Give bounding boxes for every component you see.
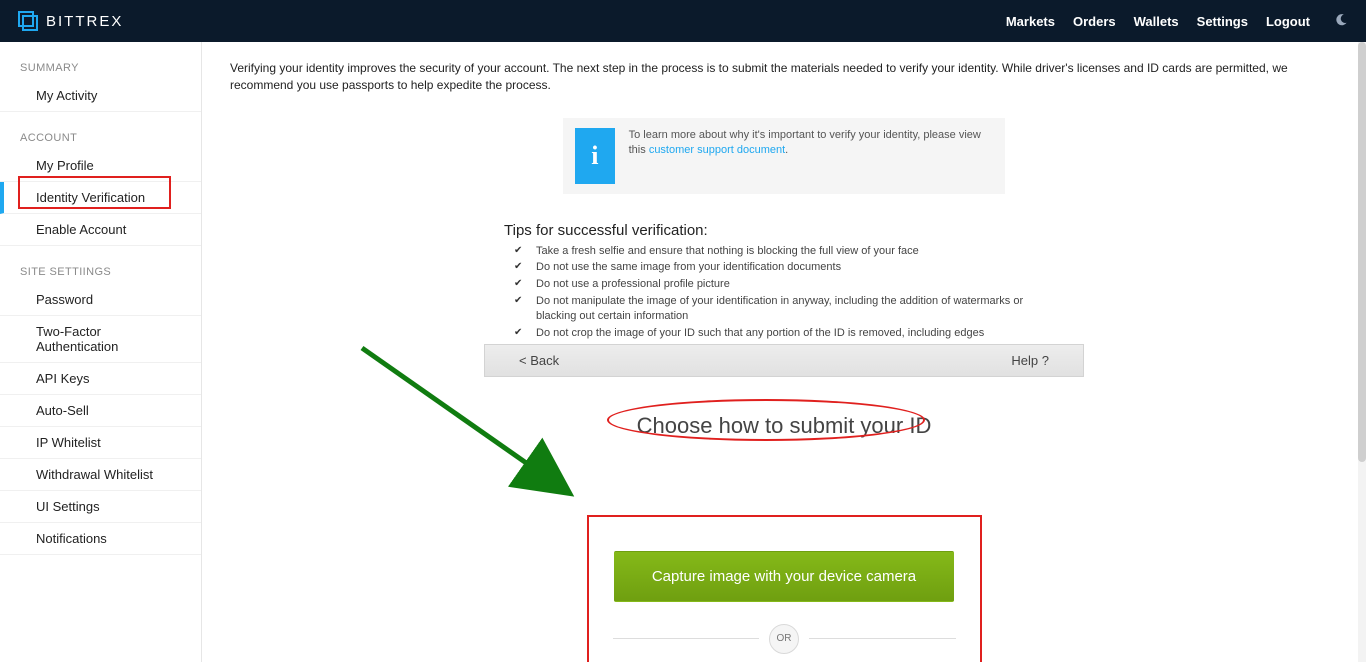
brand[interactable]: BITTREX <box>18 11 123 31</box>
info-box: i To learn more about why it's important… <box>563 118 1005 194</box>
or-label: OR <box>769 624 799 654</box>
back-button[interactable]: < Back <box>519 353 559 368</box>
sidebar-item-api-keys[interactable]: API Keys <box>0 363 201 395</box>
help-button[interactable]: Help ? <box>1011 353 1049 368</box>
sidebar-item-identity-verification[interactable]: Identity Verification <box>0 182 201 214</box>
sidebar-item-enable-account[interactable]: Enable Account <box>0 214 201 246</box>
nav-wallets[interactable]: Wallets <box>1134 14 1179 29</box>
sidebar-item-my-profile[interactable]: My Profile <box>0 150 201 182</box>
brand-logo-icon <box>18 11 38 31</box>
nav-markets[interactable]: Markets <box>1006 14 1055 29</box>
sidebar-section-site-settings: SITE SETTIINGS <box>0 260 201 284</box>
sidebar-item-withdrawal-whitelist[interactable]: Withdrawal Whitelist <box>0 459 201 491</box>
sidebar-item-ui-settings[interactable]: UI Settings <box>0 491 201 523</box>
sidebar-item-auto-sell[interactable]: Auto-Sell <box>0 395 201 427</box>
sidebar-item-notifications[interactable]: Notifications <box>0 523 201 555</box>
sidebar-item-password[interactable]: Password <box>0 284 201 316</box>
sidebar-item-my-activity[interactable]: My Activity <box>0 80 201 112</box>
or-line-left <box>613 638 760 639</box>
info-icon: i <box>575 128 615 184</box>
info-suffix: . <box>785 144 788 156</box>
tip-item: Do not use the same image from your iden… <box>526 259 1064 276</box>
topbar: BITTREX Markets Orders Wallets Settings … <box>0 0 1366 42</box>
nav-links: Markets Orders Wallets Settings Logout <box>1006 13 1348 30</box>
wizard-nav-buttons: < Back Help ? <box>484 344 1084 377</box>
sidebar-item-two-factor[interactable]: Two-Factor Authentication <box>0 316 201 363</box>
brand-name: BITTREX <box>46 13 123 30</box>
nav-orders[interactable]: Orders <box>1073 14 1116 29</box>
choose-title: Choose how to submit your ID <box>637 413 932 439</box>
page: SUMMARY My Activity ACCOUNT My Profile I… <box>0 42 1366 662</box>
tip-item: Do not crop the image of your ID such th… <box>526 325 1064 342</box>
main-content: Verifying your identity improves the sec… <box>202 42 1366 662</box>
sidebar-section-summary: SUMMARY <box>0 56 201 80</box>
tip-item: Do not manipulate the image of your iden… <box>526 293 1064 325</box>
scrollbar-thumb[interactable] <box>1358 42 1366 462</box>
info-link[interactable]: customer support document <box>649 144 785 156</box>
info-text: To learn more about why it's important t… <box>629 128 993 159</box>
tip-item: Take a fresh selfie and ensure that noth… <box>526 243 1064 260</box>
theme-toggle-moon-icon[interactable] <box>1334 13 1348 30</box>
nav-settings[interactable]: Settings <box>1197 14 1248 29</box>
or-line-right <box>809 638 956 639</box>
submit-methods-box: Capture image with your device camera OR… <box>587 515 982 662</box>
intro-text: Verifying your identity improves the sec… <box>230 60 1338 94</box>
tips-title: Tips for successful verification: <box>504 222 1064 239</box>
tips-block: Tips for successful verification: Take a… <box>504 222 1064 342</box>
sidebar-section-account: ACCOUNT <box>0 126 201 150</box>
nav-logout[interactable]: Logout <box>1266 14 1310 29</box>
sidebar-item-ip-whitelist[interactable]: IP Whitelist <box>0 427 201 459</box>
sidebar: SUMMARY My Activity ACCOUNT My Profile I… <box>0 42 202 662</box>
capture-image-button[interactable]: Capture image with your device camera <box>614 551 954 602</box>
tip-item: Do not use a professional profile pictur… <box>526 276 1064 293</box>
or-separator: OR <box>613 624 956 654</box>
